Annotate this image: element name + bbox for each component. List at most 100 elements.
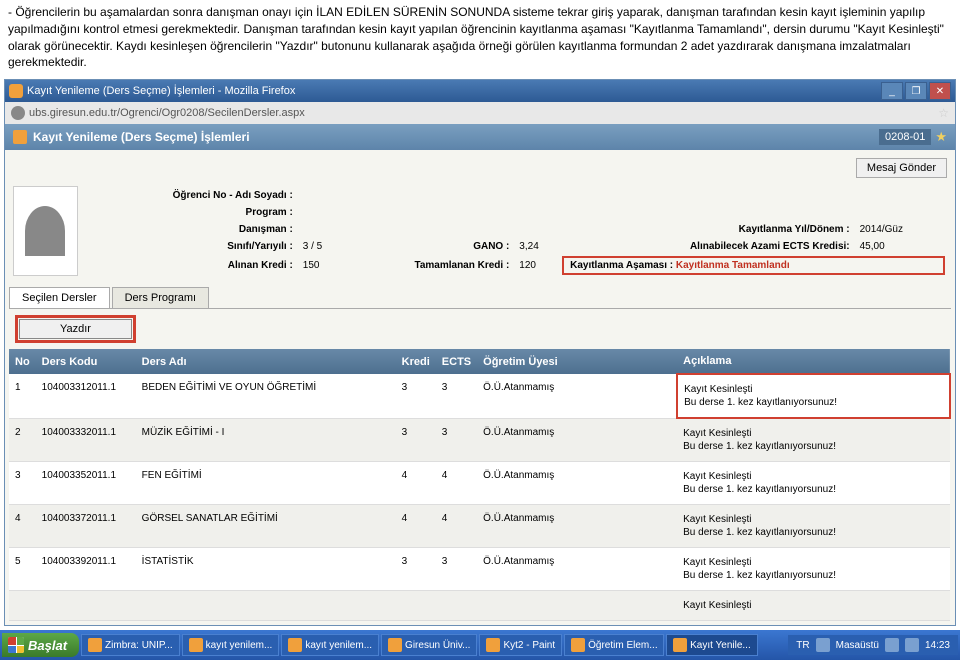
cell-ad: BEDEN EĞİTİMİ VE OYUN ÖĞRETİMİ: [136, 374, 396, 418]
cell-ects: 3: [436, 548, 477, 591]
cell-ad: MÜZİK EĞİTİMİ - I: [136, 418, 396, 462]
cell-ects: 3: [436, 374, 477, 418]
sinif-label: Sınıfı/Yarıyılı :: [88, 239, 297, 254]
th-kod: Ders Kodu: [36, 349, 136, 374]
print-button[interactable]: Yazdır: [19, 319, 132, 339]
alinan-value: 150: [299, 256, 344, 275]
table-row: 5104003392011.1İSTATİSTİK33Ö.Ü.Atanmamış…: [9, 548, 950, 591]
cell-uye: Ö.Ü.Atanmamış: [477, 462, 677, 505]
globe-icon: [11, 106, 25, 120]
tray-icon[interactable]: [816, 638, 830, 652]
firefox-window: Kayıt Yenileme (Ders Seçme) İşlemleri - …: [4, 79, 956, 626]
window-title: Kayıt Yenileme (Ders Seçme) İşlemleri - …: [27, 85, 881, 97]
tray-clock: 14:23: [925, 640, 950, 651]
taskbar-item[interactable]: kayıt yenilem...: [182, 634, 280, 656]
sinif-value: 3 / 5: [299, 239, 344, 254]
start-button[interactable]: Başlat: [2, 633, 79, 657]
table-row: 3104003352011.1FEN EĞİTİMİ44Ö.Ü.Atanmamı…: [9, 462, 950, 505]
program-label: Program :: [88, 205, 297, 220]
alinabilecek-value: 45,00: [856, 239, 945, 254]
cell-no: 4: [9, 505, 36, 548]
page-header-bar: Kayıt Yenileme (Ders Seçme) İşlemleri 02…: [5, 124, 955, 150]
task-label: Kyt2 - Paint: [503, 640, 555, 651]
cell-aciklama: Kayıt KesinleştiBu derse 1. kez kayıtlan…: [677, 374, 950, 418]
tab-secilen-dersler[interactable]: Seçilen Dersler: [9, 287, 110, 308]
tray-language[interactable]: TR: [796, 640, 809, 651]
tray-desktop[interactable]: Masaüstü: [836, 640, 879, 651]
cell-no: 2: [9, 418, 36, 462]
alinan-label: Alınan Kredi :: [88, 256, 297, 275]
th-ad: Ders Adı: [136, 349, 396, 374]
cell-no: 5: [9, 548, 36, 591]
maximize-button[interactable]: ❐: [905, 82, 927, 100]
send-message-button[interactable]: Mesaj Gönder: [856, 158, 947, 178]
close-button[interactable]: ✕: [929, 82, 951, 100]
th-no: No: [9, 349, 36, 374]
cell-ects: 4: [436, 505, 477, 548]
cell-uye: Ö.Ü.Atanmamış: [477, 374, 677, 418]
tray-icon[interactable]: [885, 638, 899, 652]
cell-kredi: 3: [396, 418, 436, 462]
student-info-table: Öğrenci No - Adı Soyadı : Program : Danı…: [86, 186, 947, 277]
system-tray: TR Masaüstü 14:23: [788, 635, 958, 655]
task-app-icon: [189, 638, 203, 652]
cell-kod: 104003372011.1: [36, 505, 136, 548]
start-label: Başlat: [28, 638, 67, 653]
cell-aciklama: Kayıt Kesinleşti: [677, 591, 950, 621]
th-kredi: Kredi: [396, 349, 436, 374]
cell-aciklama: Kayıt KesinleştiBu derse 1. kez kayıtlan…: [677, 418, 950, 462]
page-title: Kayıt Yenileme (Ders Seçme) İşlemleri: [33, 130, 879, 144]
table-row: 4104003372011.1GÖRSEL SANATLAR EĞİTİMİ44…: [9, 505, 950, 548]
cell-no: 3: [9, 462, 36, 505]
address-bar[interactable]: ubs.giresun.edu.tr/Ogrenci/Ogr0208/Secil…: [5, 102, 955, 124]
taskbar-item[interactable]: Öğretim Elem...: [564, 634, 664, 656]
cell-uye: Ö.Ü.Atanmamış: [477, 418, 677, 462]
avatar-placeholder-icon: [25, 206, 65, 256]
cell-kredi: 3: [396, 374, 436, 418]
taskbar-item[interactable]: Zimbra: UNIP...: [81, 634, 180, 656]
tamamlanan-label: Tamamlanan Kredi :: [346, 256, 514, 275]
th-uye: Öğretim Üyesi: [477, 349, 677, 374]
asama-value: Kayıtlanma Tamamlandı: [676, 260, 790, 271]
page-content: Mesaj Gönder Öğrenci No - Adı Soyadı : P…: [5, 150, 955, 625]
th-ects: ECTS: [436, 349, 477, 374]
taskbar-item[interactable]: Kyt2 - Paint: [479, 634, 562, 656]
cell-kod: 104003312011.1: [36, 374, 136, 418]
url-text: ubs.giresun.edu.tr/Ogrenci/Ogr0208/Secil…: [29, 107, 938, 119]
content-tabs: Seçilen Dersler Ders Programı: [9, 287, 951, 309]
danisman-label: Danışman :: [88, 222, 297, 237]
tray-icon[interactable]: [905, 638, 919, 652]
kayit-asama-box: Kayıtlanma Aşaması : Kayıtlanma Tamamlan…: [562, 256, 945, 275]
taskbar-item[interactable]: Kayıt Yenile...: [666, 634, 758, 656]
th-acik: Açıklama: [677, 349, 950, 374]
page-code-badge: 0208-01: [879, 129, 931, 145]
cell-kredi: 4: [396, 505, 436, 548]
tab-ders-programi[interactable]: Ders Programı: [112, 287, 210, 308]
firefox-icon: [9, 84, 23, 98]
cell-kredi: 4: [396, 462, 436, 505]
student-avatar: [13, 186, 78, 276]
bookmark-star-icon[interactable]: ☆: [938, 106, 949, 120]
window-titlebar: Kayıt Yenileme (Ders Seçme) İşlemleri - …: [5, 80, 955, 102]
gano-label: GANO :: [346, 239, 514, 254]
yazdir-highlight-box: Yazdır: [15, 315, 136, 343]
cell-kredi: 3: [396, 548, 436, 591]
cell-ad: FEN EĞİTİMİ: [136, 462, 396, 505]
cell-kod: 104003352011.1: [36, 462, 136, 505]
task-label: Öğretim Elem...: [588, 640, 657, 651]
table-row: Kayıt Kesinleşti: [9, 591, 950, 621]
table-row: 2104003332011.1MÜZİK EĞİTİMİ - I33Ö.Ü.At…: [9, 418, 950, 462]
courses-table: No Ders Kodu Ders Adı Kredi ECTS Öğretim…: [9, 349, 951, 621]
favorite-star-icon[interactable]: ★: [935, 129, 947, 145]
minimize-button[interactable]: _: [881, 82, 903, 100]
task-label: Giresun Üniv...: [405, 640, 470, 651]
page-icon: [13, 130, 27, 144]
taskbar-item[interactable]: kayıt yenilem...: [281, 634, 379, 656]
gano-value: 3,24: [515, 239, 560, 254]
cell-kod: 104003332011.1: [36, 418, 136, 462]
alinabilecek-label: Alınabilecek Azami ECTS Kredisi:: [562, 239, 854, 254]
cell-ad: İSTATİSTİK: [136, 548, 396, 591]
taskbar-item[interactable]: Giresun Üniv...: [381, 634, 477, 656]
task-app-icon: [571, 638, 585, 652]
task-app-icon: [388, 638, 402, 652]
